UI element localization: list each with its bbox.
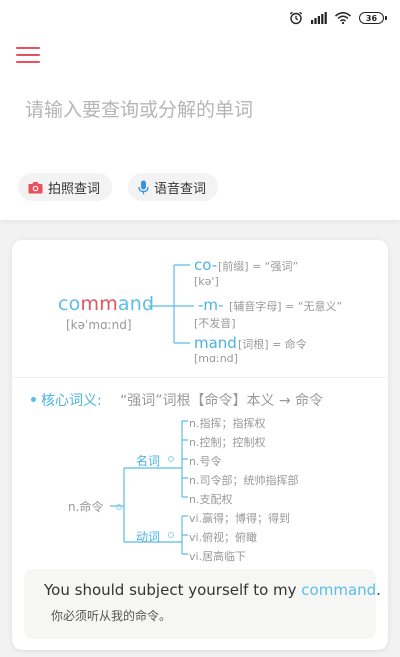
search-input[interactable] <box>25 92 375 128</box>
status-bar: 36 <box>289 9 387 27</box>
noun-sense: n.司令部；统帅指挥部 <box>189 474 299 487</box>
header-panel: 36 拍照查词 语音查词 <box>0 0 400 220</box>
example-english: You should subject yourself to my comman… <box>44 581 381 599</box>
verb-sense: vi.居高临下 <box>189 550 247 563</box>
wifi-icon <box>335 12 351 24</box>
tree-root: n.命令 <box>68 500 104 514</box>
verb-label: 动词 <box>136 530 161 544</box>
noun-sense: n.指挥；指挥权 <box>189 417 266 430</box>
verb-node-icon <box>168 532 174 538</box>
photo-search-button[interactable]: 拍照查词 <box>18 173 113 201</box>
noun-sense: n.号令 <box>189 455 222 468</box>
battery-level: 36 <box>365 13 378 23</box>
battery-icon: 36 <box>359 12 387 24</box>
noun-label: 名词 <box>136 454 161 468</box>
hamburger-menu-icon[interactable] <box>16 44 40 64</box>
voice-search-button[interactable]: 语音查词 <box>128 173 219 201</box>
noun-sense: n.支配权 <box>189 493 233 506</box>
signal-icon <box>311 12 327 24</box>
voice-search-label: 语音查词 <box>154 181 207 197</box>
camera-icon <box>28 181 43 193</box>
tree-root-node-icon <box>116 504 122 510</box>
verb-sense: vi.俯视；俯瞰 <box>189 531 258 544</box>
word-card: command [kəˈmɑːnd] co- [前缀] = “强词” [kə']… <box>12 240 388 650</box>
noun-sense: n.控制；控制权 <box>189 436 266 449</box>
alarm-icon <box>289 11 303 25</box>
microphone-icon <box>138 180 149 194</box>
example-sentence: You should subject yourself to my comman… <box>24 569 381 639</box>
verb-sense: vi.赢得；博得；得到 <box>189 512 291 525</box>
example-chinese: 你必须听从我的命令。 <box>51 609 172 623</box>
photo-search-label: 拍照查词 <box>48 181 101 197</box>
noun-node-icon <box>168 456 174 462</box>
